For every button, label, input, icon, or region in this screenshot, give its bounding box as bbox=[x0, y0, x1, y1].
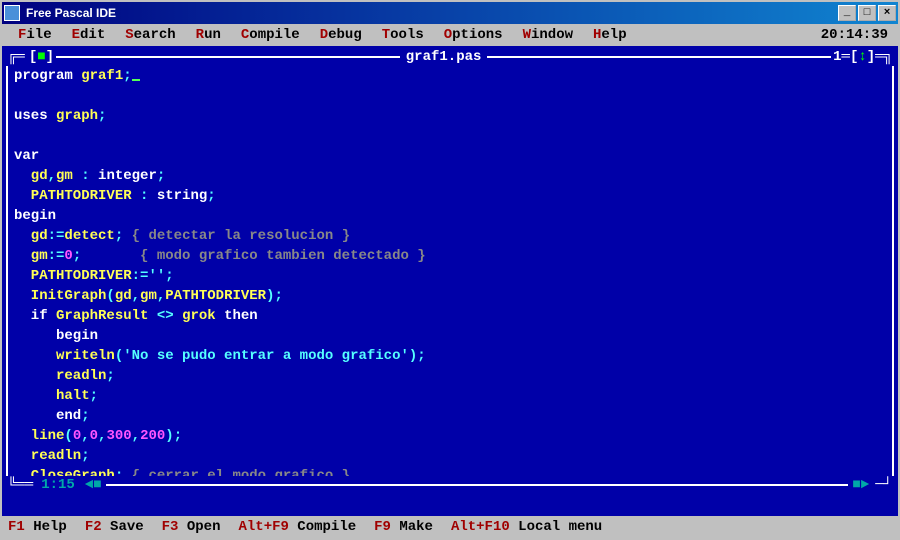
status-make[interactable]: F9 Make bbox=[374, 519, 447, 535]
menu-options[interactable]: Options bbox=[434, 27, 513, 43]
minimize-button[interactable]: _ bbox=[838, 5, 856, 21]
menu-compile[interactable]: Compile bbox=[231, 27, 310, 43]
titlebar[interactable]: Free Pascal IDE _ □ × bbox=[2, 2, 898, 24]
app-icon bbox=[4, 5, 20, 21]
clock: 20:14:39 bbox=[821, 27, 892, 43]
editor-window-number[interactable]: 1═[↕]═╗ bbox=[831, 49, 894, 65]
status-compile[interactable]: Alt+F9 Compile bbox=[238, 519, 370, 535]
editor-filename: graf1.pas bbox=[400, 49, 488, 65]
maximize-button[interactable]: □ bbox=[858, 5, 876, 21]
status-help[interactable]: F1 Help bbox=[8, 519, 81, 535]
menu-tools[interactable]: Tools bbox=[372, 27, 434, 43]
menu-file[interactable]: File bbox=[8, 27, 62, 43]
editor-close-widget[interactable]: [■] bbox=[27, 49, 56, 65]
code-area[interactable]: program graf1; uses graph; var gd,gm : i… bbox=[6, 66, 894, 476]
menu-help[interactable]: Help bbox=[583, 27, 637, 43]
hscroll-right-icon[interactable]: ■► bbox=[848, 477, 873, 493]
status-open[interactable]: F3 Open bbox=[162, 519, 235, 535]
editor-area: ╔═ [■] graf1.pas 1═[↕]═╗ program graf1; … bbox=[2, 46, 898, 516]
menu-bar: File Edit Search Run Compile Debug Tools… bbox=[2, 24, 898, 46]
menu-run[interactable]: Run bbox=[186, 27, 231, 43]
status-localmenu[interactable]: Alt+F10 Local menu bbox=[451, 519, 616, 535]
close-button[interactable]: × bbox=[878, 5, 896, 21]
menu-window[interactable]: Window bbox=[513, 27, 583, 43]
menu-search[interactable]: Search bbox=[115, 27, 185, 43]
status-bar: F1 Help F2 Save F3 Open Alt+F9 Compile F… bbox=[2, 516, 898, 538]
menu-edit[interactable]: Edit bbox=[62, 27, 116, 43]
app-window: Free Pascal IDE _ □ × File Edit Search R… bbox=[0, 0, 900, 540]
cursor-position: 1:15 bbox=[35, 477, 81, 493]
status-save[interactable]: F2 Save bbox=[85, 519, 158, 535]
menu-debug[interactable]: Debug bbox=[310, 27, 372, 43]
editor-frame: ╔═ [■] graf1.pas 1═[↕]═╗ program graf1; … bbox=[6, 48, 894, 494]
text-cursor bbox=[132, 79, 140, 81]
window-title: Free Pascal IDE bbox=[24, 6, 836, 20]
hscroll-left-icon[interactable]: ◄■ bbox=[81, 477, 106, 493]
